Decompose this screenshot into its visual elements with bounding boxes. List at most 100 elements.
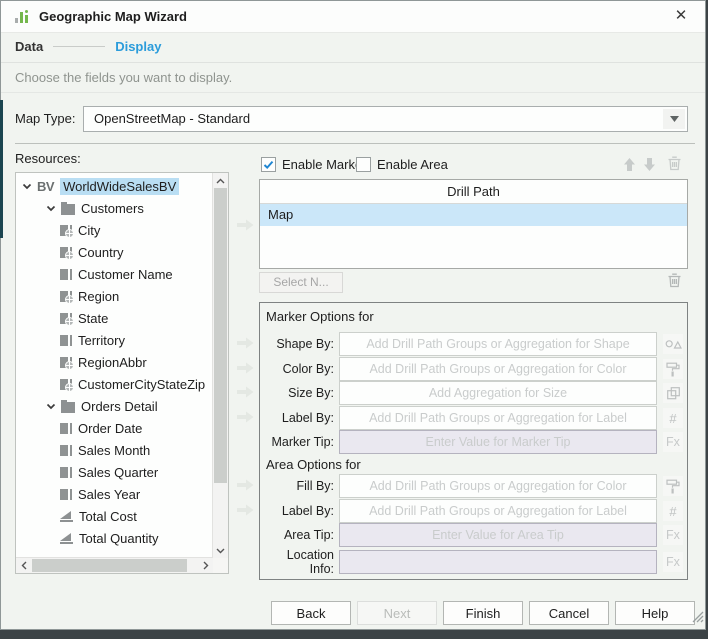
tree-item-state[interactable]: State bbox=[16, 307, 213, 329]
chevron-down-icon[interactable] bbox=[46, 402, 58, 411]
delete-icon[interactable] bbox=[665, 154, 683, 172]
add-to-size-arrow-icon[interactable] bbox=[237, 385, 254, 403]
tree-item-sales-year[interactable]: Sales Year bbox=[16, 483, 213, 505]
tree-item-customer-name[interactable]: Customer Name bbox=[16, 263, 213, 285]
move-down-icon[interactable] bbox=[640, 155, 658, 173]
chevron-down-icon[interactable] bbox=[663, 109, 685, 129]
color-by-field[interactable] bbox=[339, 357, 657, 381]
column-icon bbox=[60, 467, 72, 478]
finish-button[interactable]: Finish bbox=[443, 601, 523, 625]
select-n-button[interactable]: Select N... bbox=[259, 272, 343, 293]
chevron-down-icon[interactable] bbox=[46, 204, 58, 213]
marker-tip-label: Marker Tip: bbox=[264, 435, 339, 449]
tree-items: BV WorldWideSalesBV Customers City Count… bbox=[16, 175, 213, 558]
label-by-label: Label By: bbox=[264, 411, 339, 425]
marker-tip-field[interactable] bbox=[339, 430, 657, 454]
add-to-label-arrow-icon[interactable] bbox=[237, 410, 254, 428]
scrollbar-thumb[interactable] bbox=[214, 188, 227, 483]
drill-path-header: Drill Path bbox=[260, 180, 687, 204]
add-to-fill-arrow-icon[interactable] bbox=[237, 478, 254, 496]
tree-item-worldwidesalesbv[interactable]: BV WorldWideSalesBV bbox=[16, 175, 213, 197]
map-type-select[interactable]: OpenStreetMap - Standard bbox=[83, 106, 688, 132]
tree-item-country[interactable]: Country bbox=[16, 241, 213, 263]
checkbox-unchecked-icon[interactable] bbox=[356, 157, 371, 172]
tree-horizontal-scrollbar[interactable] bbox=[16, 557, 213, 573]
help-button[interactable]: Help bbox=[615, 601, 695, 625]
fill-by-field[interactable] bbox=[339, 474, 657, 498]
tree-item-customercitystatezip[interactable]: CustomerCityStateZip bbox=[16, 373, 213, 395]
tree-item-city[interactable]: City bbox=[16, 219, 213, 241]
tree-item-customers[interactable]: Customers bbox=[16, 197, 213, 219]
formula-icon[interactable]: Fx bbox=[663, 552, 683, 572]
tree-item-label: Order Date bbox=[78, 421, 142, 436]
close-icon[interactable]: ✕ bbox=[671, 6, 691, 24]
step-data[interactable]: Data bbox=[15, 39, 43, 54]
tree-item-sales-month[interactable]: Sales Month bbox=[16, 439, 213, 461]
scroll-right-icon[interactable] bbox=[198, 558, 213, 573]
back-button[interactable]: Back bbox=[271, 601, 351, 625]
add-to-area-label-arrow-icon[interactable] bbox=[237, 503, 254, 521]
geo-field-icon bbox=[60, 247, 72, 258]
scroll-down-icon[interactable] bbox=[213, 543, 228, 558]
tree-item-order-date[interactable]: Order Date bbox=[16, 417, 213, 439]
number-icon[interactable]: # bbox=[663, 408, 683, 428]
tree-item-orders-detail[interactable]: Orders Detail bbox=[16, 395, 213, 417]
move-up-icon[interactable] bbox=[620, 155, 638, 173]
options-groupbox: Marker Options for Shape By: Color By: S… bbox=[259, 302, 688, 580]
wizard-subtitle: Choose the fields you want to display. bbox=[1, 62, 705, 93]
drill-path-row-map[interactable]: Map bbox=[260, 204, 687, 226]
enable-area-checkbox[interactable]: Enable Area bbox=[356, 157, 448, 172]
fill-by-label: Fill By: bbox=[264, 479, 339, 493]
geo-field-icon bbox=[60, 225, 72, 236]
tree-item-label: RegionAbbr bbox=[78, 355, 147, 370]
bv-icon: BV bbox=[37, 179, 54, 194]
area-label-by-field[interactable] bbox=[339, 499, 657, 523]
add-to-color-arrow-icon[interactable] bbox=[237, 361, 254, 379]
wizard-steps: Data Display bbox=[15, 39, 161, 54]
tree-item-territory[interactable]: Territory bbox=[16, 329, 213, 351]
location-info-field[interactable] bbox=[339, 550, 657, 574]
tree-vertical-scrollbar[interactable] bbox=[212, 173, 228, 558]
checkbox-checked-icon[interactable] bbox=[261, 157, 276, 172]
cancel-button[interactable]: Cancel bbox=[529, 601, 609, 625]
add-to-shape-arrow-icon[interactable] bbox=[237, 336, 254, 354]
paint-roller-icon[interactable] bbox=[663, 359, 683, 379]
formula-icon[interactable]: Fx bbox=[663, 432, 683, 452]
tree-item-label: Total Cost bbox=[79, 509, 137, 524]
shape-by-field[interactable] bbox=[339, 332, 657, 356]
scroll-up-icon[interactable] bbox=[213, 173, 228, 188]
tree-item-label: Sales Year bbox=[78, 487, 140, 502]
paint-roller-icon[interactable] bbox=[663, 476, 683, 496]
tree-item-total-quantity[interactable]: Total Quantity bbox=[16, 527, 213, 549]
label-by-field[interactable] bbox=[339, 406, 657, 430]
tree-item-region[interactable]: Region bbox=[16, 285, 213, 307]
shape-icon[interactable] bbox=[663, 334, 683, 354]
chevron-down-icon[interactable] bbox=[22, 182, 34, 191]
step-display[interactable]: Display bbox=[115, 39, 161, 54]
size-icon[interactable] bbox=[663, 383, 683, 403]
enable-marker-checkbox[interactable]: Enable Marker bbox=[261, 157, 367, 172]
area-tip-field[interactable] bbox=[339, 523, 657, 547]
tree-item-regionabbr[interactable]: RegionAbbr bbox=[16, 351, 213, 373]
geo-field-icon bbox=[60, 379, 72, 390]
next-button[interactable]: Next bbox=[357, 601, 437, 625]
scroll-left-icon[interactable] bbox=[16, 558, 31, 573]
scrollbar-thumb[interactable] bbox=[32, 559, 187, 572]
folder-icon bbox=[61, 202, 75, 215]
tree-item-label: Country bbox=[78, 245, 124, 260]
geo-field-icon bbox=[60, 313, 72, 324]
map-type-value: OpenStreetMap - Standard bbox=[94, 107, 250, 131]
drill-path-table: Drill Path Map bbox=[259, 179, 688, 269]
tree-item-total-cost[interactable]: Total Cost bbox=[16, 505, 213, 527]
size-by-field[interactable] bbox=[339, 381, 657, 405]
resize-grip[interactable] bbox=[691, 610, 704, 628]
add-to-drill-path-arrow-icon[interactable] bbox=[237, 218, 254, 236]
background-app-edge bbox=[0, 100, 3, 238]
formula-icon[interactable]: Fx bbox=[663, 525, 683, 545]
delete-drill-path-icon[interactable] bbox=[665, 271, 683, 289]
geographic-map-wizard-dialog: Geographic Map Wizard ✕ Data Display Cho… bbox=[0, 0, 706, 630]
measure-icon bbox=[60, 532, 73, 544]
tree-item-label: Customers bbox=[81, 201, 144, 216]
number-icon[interactable]: # bbox=[663, 501, 683, 521]
tree-item-sales-quarter[interactable]: Sales Quarter bbox=[16, 461, 213, 483]
